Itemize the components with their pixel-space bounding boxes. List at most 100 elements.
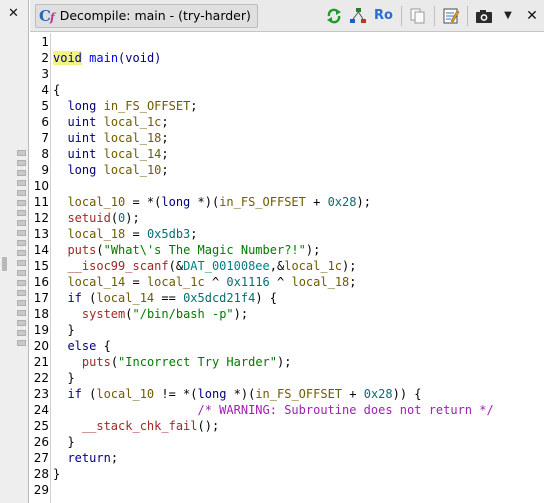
overview-mark: [17, 250, 26, 256]
code-token[interactable]: local_10: [67, 195, 125, 209]
line-number: 7: [41, 131, 49, 145]
code-token[interactable]: in_FS_OFFSET: [219, 195, 306, 209]
line-number: 11: [33, 195, 49, 209]
code-token: )) {: [392, 387, 422, 401]
overview-mark: [17, 210, 26, 216]
code-token[interactable]: local_1c: [147, 275, 205, 289]
code-token: +: [305, 195, 328, 209]
code-token[interactable]: system: [82, 307, 125, 321]
decompile-tab[interactable]: Cf Decompile: main - (try-harder): [35, 3, 258, 28]
window-title: Decompile: main - (try-harder): [59, 8, 251, 23]
menu-arrow-icon[interactable]: ▼: [498, 6, 518, 26]
code-token: (: [81, 291, 97, 305]
code-text: local_18 = 0x5db3;: [53, 226, 197, 242]
code-token: long: [67, 99, 97, 113]
overview-mark: [17, 170, 26, 176]
code-token[interactable]: local_14: [67, 275, 125, 289]
graph-icon[interactable]: [348, 6, 368, 26]
line-number: 8: [41, 147, 49, 161]
code-token[interactable]: __isoc99_scanf: [67, 259, 168, 273]
code-token[interactable]: DAT_001008ee: [183, 259, 270, 273]
code-token: ;: [161, 163, 169, 177]
line-number: 29: [33, 483, 49, 497]
code-token[interactable]: in_FS_OFFSET: [104, 99, 191, 113]
code-text: void main(void): [53, 50, 161, 66]
code-token: }: [53, 435, 75, 449]
code-text: if (local_10 != *(long *)(in_FS_OFFSET +…: [53, 386, 422, 402]
read-only-toggle[interactable]: Ro: [372, 6, 395, 26]
code-token: 0x28: [327, 195, 357, 209]
code-token[interactable]: setuid: [67, 211, 110, 225]
code-token[interactable]: local_14: [104, 147, 162, 161]
code-text: __stack_chk_fail();: [53, 418, 219, 434]
code-text: /* WARNING: Subroutine does not return *…: [53, 402, 494, 418]
code-token: {: [96, 339, 111, 353]
code-token: =: [125, 227, 147, 241]
snapshot-icon[interactable]: [474, 6, 494, 26]
code-text: puts("What\'s The Magic Number?!");: [53, 242, 320, 258]
resize-grip[interactable]: [2, 257, 7, 271]
code-token[interactable]: local_1c: [104, 115, 162, 129]
code-token[interactable]: main: [89, 51, 118, 65]
close-icon[interactable]: ✕: [522, 6, 542, 26]
code-token[interactable]: in_FS_OFFSET: [255, 387, 342, 401]
code-text: return;: [53, 450, 118, 466]
line-number: 25: [33, 419, 49, 433]
line-number: 4: [41, 83, 49, 97]
code-token: return: [67, 451, 111, 465]
copy-icon[interactable]: [408, 6, 428, 26]
code-token: ^: [269, 275, 292, 289]
code-token: "Incorrect Try Harder": [118, 355, 277, 369]
code-token: uint: [67, 131, 97, 145]
code-token[interactable]: local_18: [67, 227, 125, 241]
code-text: uint local_1c;: [53, 114, 169, 130]
code-token[interactable]: puts: [67, 243, 96, 257]
code-token: }: [53, 467, 61, 481]
code-token[interactable]: local_1c: [284, 259, 342, 273]
code-token[interactable]: local_14: [96, 291, 154, 305]
code-token[interactable]: local_18: [104, 131, 162, 145]
code-token[interactable]: __stack_chk_fail: [82, 419, 198, 433]
line-number: 26: [33, 435, 49, 449]
toolbar-separator: [434, 5, 435, 26]
code-token: ;: [349, 275, 357, 289]
line-number: 13: [33, 227, 49, 241]
edit-icon[interactable]: [441, 6, 461, 26]
code-text: local_10 = *(long *)(in_FS_OFFSET + 0x28…: [53, 194, 370, 210]
decompile-icon: Cf: [39, 6, 55, 25]
overview-mark: [17, 200, 26, 206]
code-token[interactable]: local_10: [104, 163, 162, 177]
code-token[interactable]: local_18: [291, 275, 349, 289]
refresh-icon[interactable]: [324, 6, 344, 26]
code-text: if (local_14 == 0x5dcd21f4) {: [53, 290, 277, 306]
code-token: );: [342, 259, 357, 273]
overview-mark: [17, 230, 26, 236]
decompiler-code-view[interactable]: 1 2 void main(void) 3 4{5 long in_FS_OFFSET;…: [30, 33, 544, 503]
code-token[interactable]: local_10: [96, 387, 154, 401]
overview-mark: [17, 150, 26, 156]
code-token: ^: [204, 275, 227, 289]
code-token: ;: [161, 115, 169, 129]
code-token: if: [67, 387, 82, 401]
overview-mark: [17, 260, 26, 266]
code-token[interactable]: puts: [82, 355, 111, 369]
code-token: "/bin/bash -p": [132, 307, 234, 321]
code-token: (void): [118, 51, 162, 65]
line-number: 22: [33, 371, 49, 385]
line-number: 15: [33, 259, 49, 273]
line-number: 12: [33, 211, 49, 225]
code-token: ,&: [269, 259, 285, 273]
left-panel-close-icon[interactable]: ✕: [8, 6, 19, 21]
code-token: 0x1116: [226, 275, 270, 289]
code-token: }: [53, 371, 75, 385]
code-text: local_14 = local_1c ^ 0x1116 ^ local_18;: [53, 274, 357, 290]
code-token: (: [81, 387, 97, 401]
code-token: );: [305, 243, 321, 257]
